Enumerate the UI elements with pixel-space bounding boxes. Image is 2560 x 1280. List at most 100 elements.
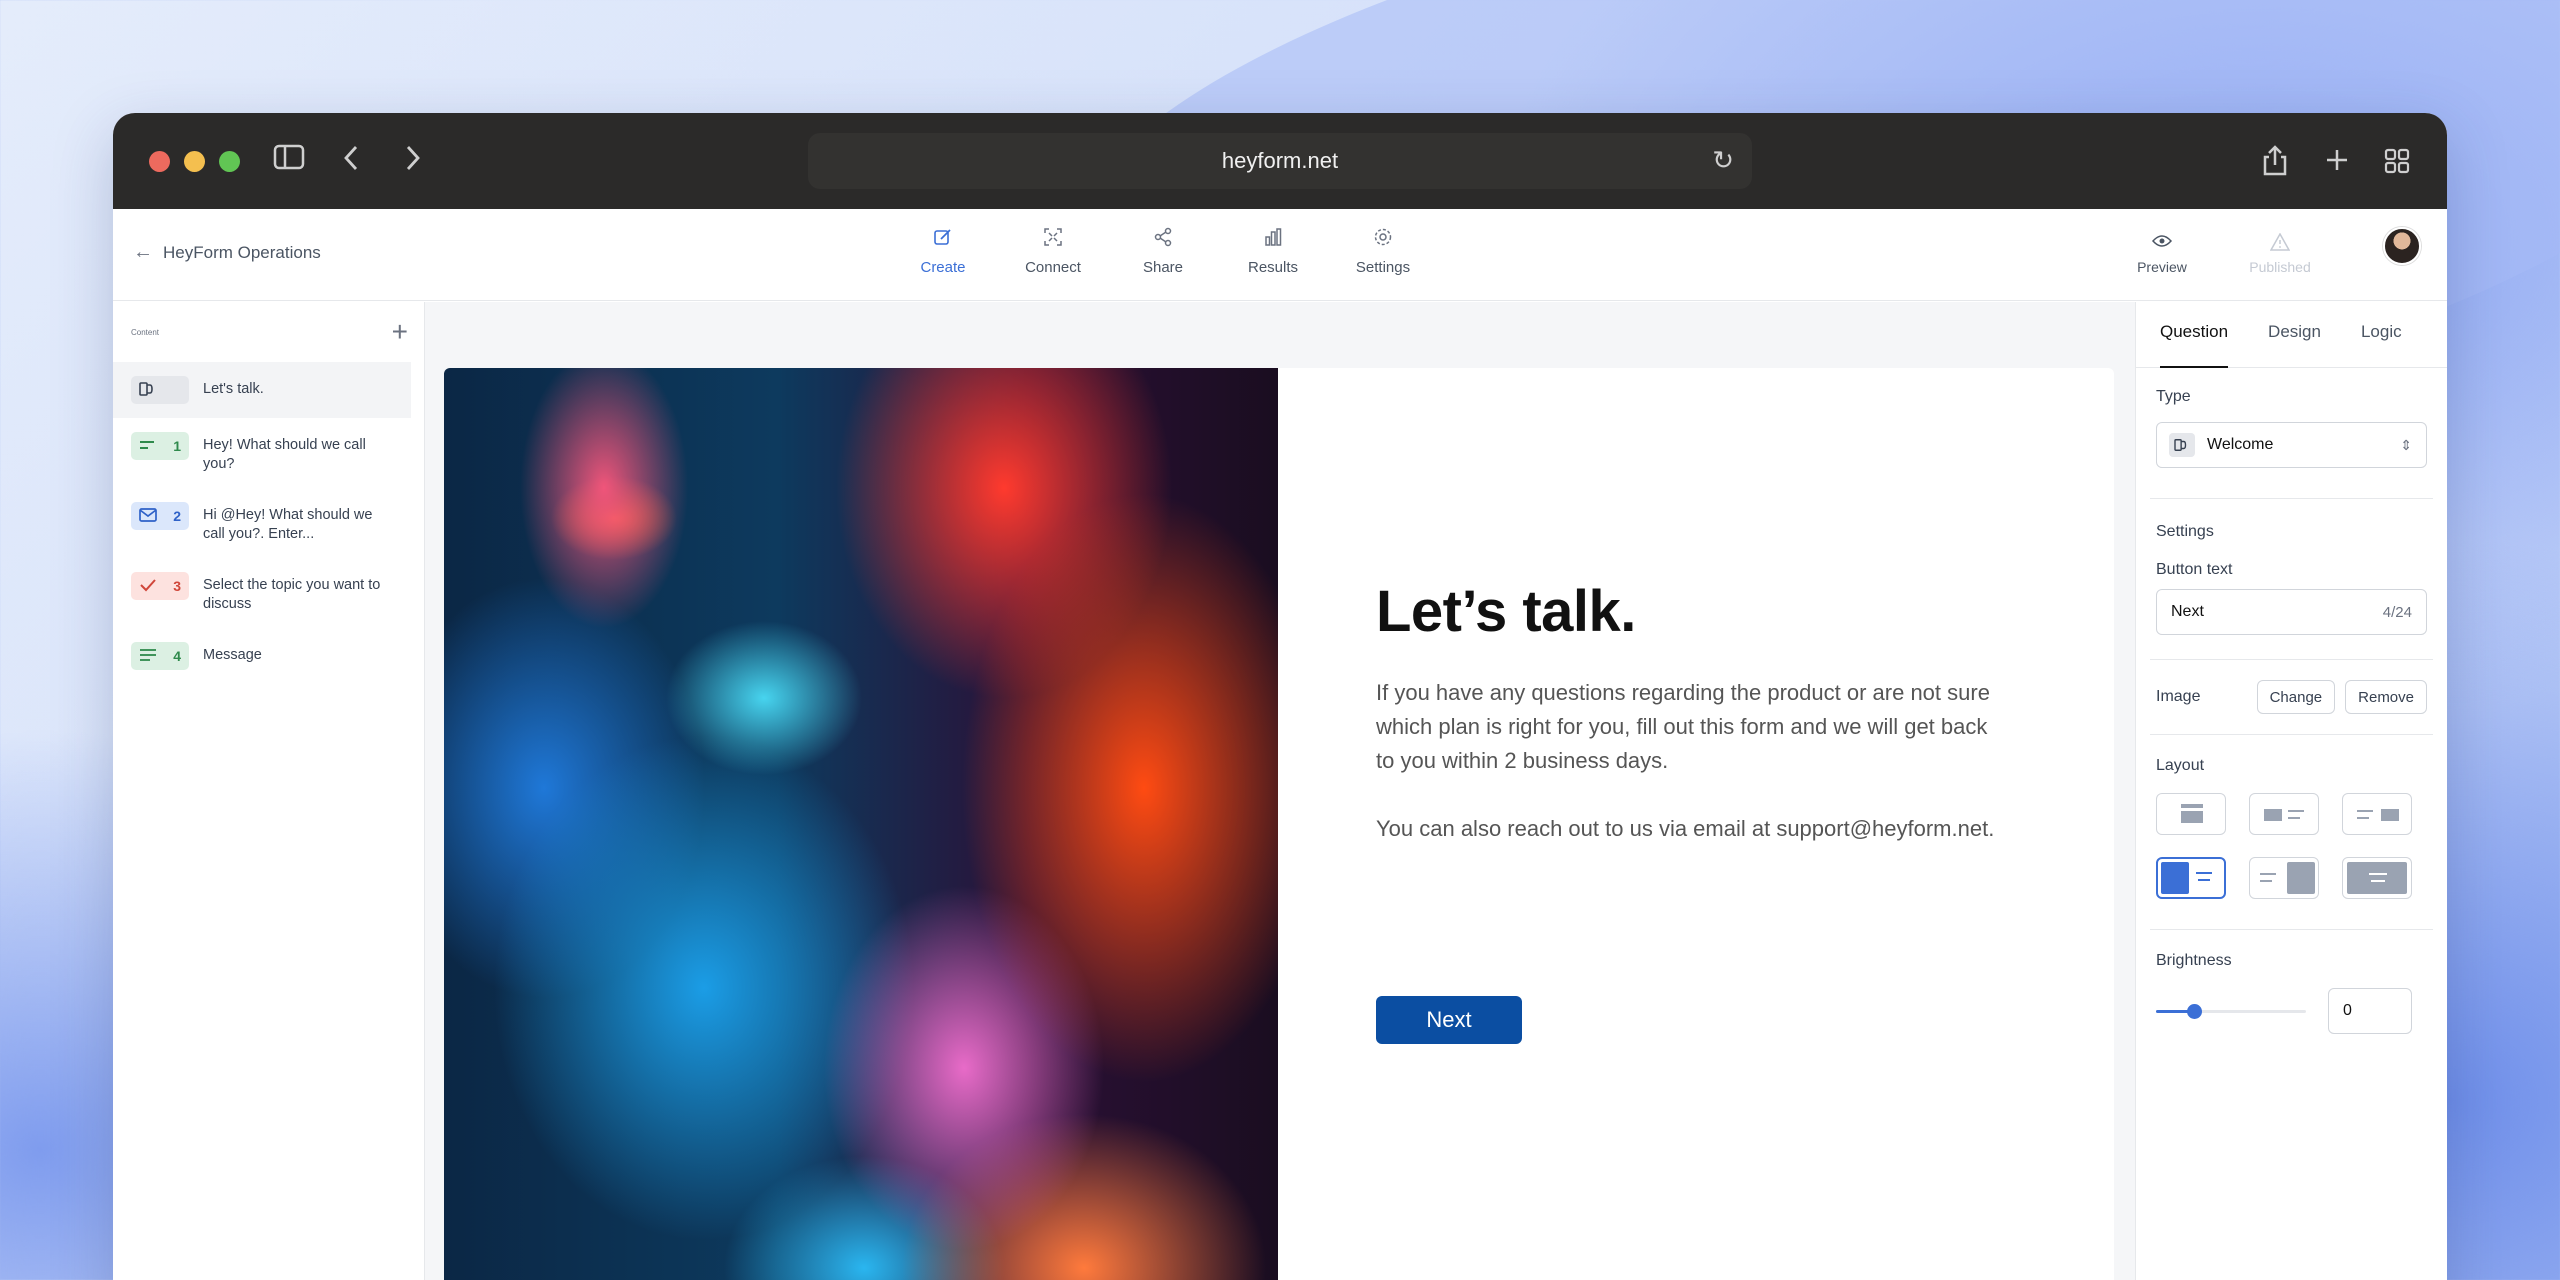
url-text: heyform.net: [1221, 148, 1339, 173]
app-header: ← HeyForm Operations Create Connect Shar…: [113, 209, 2447, 301]
layout-option-background[interactable]: [2342, 857, 2412, 899]
brightness-section: Brightness 0: [2136, 930, 2447, 1034]
brightness-label: Brightness: [2156, 952, 2232, 969]
layout-label: Layout: [2156, 757, 2205, 774]
welcome-icon: [139, 381, 157, 400]
question-badge: 4: [131, 642, 189, 670]
tab-results-label: Results: [1247, 259, 1299, 276]
question-label: Let's talk.: [203, 381, 264, 397]
window-controls: [149, 151, 240, 172]
browser-window: heyform.net ↻ ← HeyForm Operations Creat…: [113, 113, 2447, 1280]
user-avatar[interactable]: [2383, 227, 2421, 265]
close-window-button[interactable]: [149, 151, 170, 172]
next-button[interactable]: Next: [1376, 996, 1522, 1044]
brightness-slider-handle[interactable]: [2186, 1003, 2202, 1019]
layout-option-split-left[interactable]: [2156, 857, 2226, 899]
sidebar-title: Content: [131, 327, 160, 337]
cover-image: [444, 368, 1278, 1280]
layout-option-inline-left[interactable]: [2249, 793, 2319, 835]
pencil-icon: [888, 227, 998, 253]
tab-connect[interactable]: Connect: [998, 227, 1108, 276]
settings-section: Settings Button text Next 4/24: [2136, 499, 2447, 659]
sidebar-item-welcome[interactable]: Let's talk.: [113, 362, 411, 418]
new-tab-icon[interactable]: [2323, 143, 2351, 186]
question-number: 1: [173, 438, 181, 454]
change-image-button[interactable]: Change: [2256, 680, 2336, 714]
form-canvas: Let’s talk. If you have any questions re…: [425, 302, 2135, 1280]
layout-option-inline-right[interactable]: [2342, 793, 2412, 835]
tab-settings[interactable]: Settings: [1328, 227, 1438, 276]
workspace-name: HeyForm Operations: [163, 242, 321, 262]
sidebar-item-question-3[interactable]: 3 Select the topic you want to discuss: [113, 558, 411, 628]
main-nav-tabs: Create Connect Share Results Settings: [888, 227, 1438, 276]
button-text-label: Button text: [2156, 561, 2233, 578]
tab-logic[interactable]: Logic: [2361, 302, 2402, 368]
sidebar-item-question-1[interactable]: 1 Hey! What should we call you?: [113, 418, 411, 488]
question-badge: 2: [131, 502, 189, 530]
brightness-input[interactable]: 0: [2328, 988, 2412, 1034]
share-browser-icon[interactable]: [2261, 143, 2289, 186]
editor-body: Content + Let's talk. 1 Hey! What should…: [113, 302, 2447, 1280]
long-text-icon: [139, 648, 157, 665]
remove-image-button[interactable]: Remove: [2345, 680, 2427, 714]
tab-create[interactable]: Create: [888, 227, 998, 276]
tab-share[interactable]: Share: [1108, 227, 1218, 276]
image-label: Image: [2156, 688, 2201, 705]
welcome-description[interactable]: If you have any questions regarding the …: [1376, 676, 2006, 778]
question-label: Hi @Hey! What should we call you?. Enter…: [203, 507, 373, 542]
arrow-left-icon: ←: [133, 241, 153, 263]
properties-panel: Question Design Logic Type Welcome ⇕ Set…: [2135, 302, 2447, 1280]
chart-icon: [1218, 227, 1328, 253]
published-label: Published: [2249, 259, 2311, 275]
question-number: 3: [173, 578, 181, 594]
layout-option-stack[interactable]: [2156, 793, 2226, 835]
tab-results[interactable]: Results: [1218, 227, 1328, 276]
sidebar-toggle-icon[interactable]: [273, 143, 305, 180]
question-number: 2: [173, 508, 181, 524]
add-question-icon[interactable]: +: [392, 316, 408, 348]
warning-icon: [2235, 232, 2325, 255]
preview-button[interactable]: Preview: [2117, 233, 2207, 275]
tab-overview-icon[interactable]: [2383, 143, 2411, 186]
browser-titlebar: heyform.net ↻: [113, 113, 2447, 209]
char-count: 4/24: [2382, 603, 2412, 621]
question-label: Select the topic you want to discuss: [203, 577, 381, 612]
preview-label: Preview: [2137, 259, 2187, 275]
email-icon: [139, 507, 157, 525]
address-bar[interactable]: heyform.net ↻: [808, 133, 1752, 189]
card-content: Let’s talk. If you have any questions re…: [1278, 368, 2114, 1280]
eye-icon: [2117, 233, 2207, 255]
sidebar-header: Content +: [113, 302, 424, 362]
chevron-updown-icon: ⇕: [2400, 436, 2412, 453]
contact-description[interactable]: You can also reach out to us via email a…: [1376, 812, 2006, 846]
share-icon: [1108, 227, 1218, 253]
question-number: 4: [173, 648, 181, 664]
panel-tabs: Question Design Logic: [2136, 302, 2447, 368]
brightness-slider[interactable]: [2156, 1003, 2306, 1019]
back-to-workspace-link[interactable]: ← HeyForm Operations: [133, 241, 321, 264]
question-label: Message: [203, 647, 262, 663]
question-badge: 1: [131, 432, 189, 460]
button-text-value: Next: [2171, 603, 2204, 620]
layout-options: [2156, 793, 2427, 899]
type-value: Welcome: [2207, 436, 2274, 453]
type-section: Type Welcome ⇕: [2136, 368, 2447, 498]
layout-option-split-right[interactable]: [2249, 857, 2319, 899]
button-text-input[interactable]: Next 4/24: [2156, 589, 2427, 635]
page-title[interactable]: Let’s talk.: [1376, 578, 1636, 645]
check-icon: [139, 578, 157, 595]
zoom-window-button[interactable]: [219, 151, 240, 172]
minimize-window-button[interactable]: [184, 151, 205, 172]
question-type-select[interactable]: Welcome ⇕: [2156, 422, 2427, 468]
reload-icon[interactable]: ↻: [1712, 145, 1734, 176]
tab-question[interactable]: Question: [2160, 302, 2229, 368]
tab-settings-label: Settings: [1355, 259, 1411, 276]
sidebar-item-question-2[interactable]: 2 Hi @Hey! What should we call you?. Ent…: [113, 488, 411, 558]
forward-nav-icon[interactable]: [403, 143, 423, 182]
questions-sidebar: Content + Let's talk. 1 Hey! What should…: [113, 302, 425, 1280]
back-nav-icon[interactable]: [341, 143, 361, 182]
publish-button[interactable]: Published: [2235, 232, 2325, 275]
sidebar-item-question-4[interactable]: 4 Message: [113, 628, 411, 684]
question-badge: [131, 376, 189, 404]
tab-design[interactable]: Design: [2268, 302, 2321, 368]
